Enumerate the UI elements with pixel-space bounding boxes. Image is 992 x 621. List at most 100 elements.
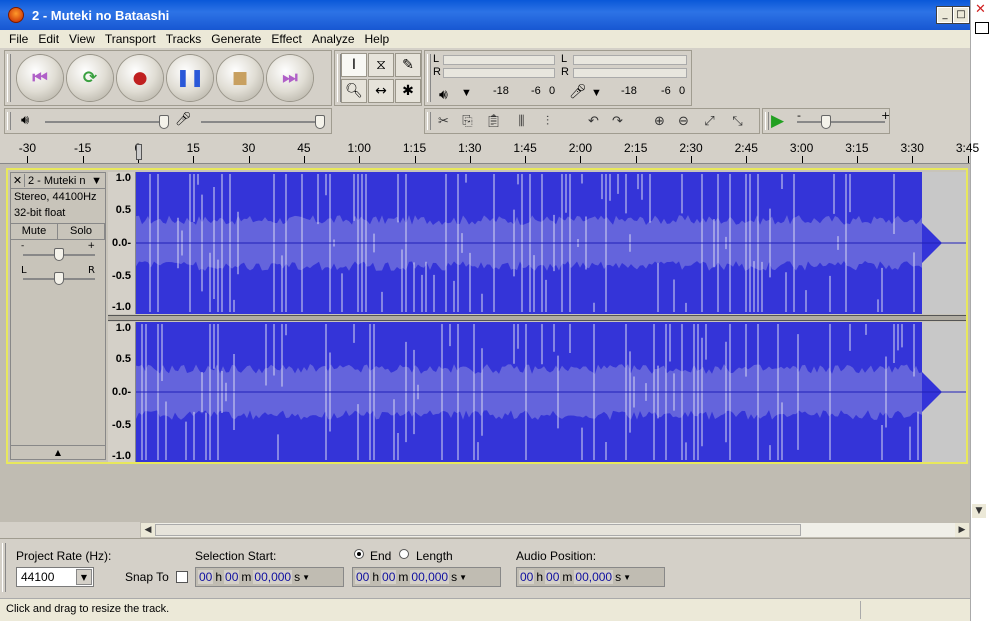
gain-plus: + xyxy=(87,241,95,251)
vr-zero: 0.0- xyxy=(112,386,131,398)
record-button[interactable]: ● xyxy=(117,55,163,101)
silence-icon[interactable]: ⫶ xyxy=(535,109,560,133)
ruler-tick-label: 3:45 xyxy=(955,141,980,155)
toolbar-grip[interactable] xyxy=(7,54,11,102)
ruler-tick-label: 30 xyxy=(241,141,256,155)
trim-icon[interactable]: ⫼ xyxy=(509,109,534,133)
chevron-down-icon[interactable]: ▼ xyxy=(623,573,631,582)
horizontal-scroll-thumb[interactable] xyxy=(155,524,801,536)
s-unit: s xyxy=(451,570,458,584)
start-seconds: 00,000 xyxy=(253,570,293,584)
end-radio[interactable] xyxy=(354,549,364,559)
vertical-scrollbar[interactable]: ▼ xyxy=(970,164,992,522)
audio-position-time[interactable]: 00 h 00 m 00,000 s ▼ xyxy=(516,567,665,587)
input-volume-thumb[interactable] xyxy=(315,115,325,129)
menu-transport[interactable]: Transport xyxy=(100,32,161,46)
menu-help[interactable]: Help xyxy=(360,32,395,46)
scroll-left-button[interactable]: ◀ xyxy=(141,523,155,537)
zoom-out-icon[interactable]: ⊖ xyxy=(671,109,696,133)
envelope-tool[interactable]: ⧖ xyxy=(368,53,394,77)
zoom-in-icon[interactable]: ⊕ xyxy=(647,109,672,133)
toolbar-grip[interactable] xyxy=(765,112,769,130)
menu-file[interactable]: File xyxy=(4,32,33,46)
rec-meter-menu-arrow[interactable]: ▼ xyxy=(591,87,602,99)
menu-tracks[interactable]: Tracks xyxy=(161,32,207,46)
toolbar-grip[interactable] xyxy=(2,543,6,592)
play-meter-menu-arrow[interactable]: ▼ xyxy=(461,87,472,99)
toolbar-grip[interactable] xyxy=(7,112,11,130)
play-meter-left xyxy=(443,55,555,65)
solo-button[interactable]: Solo xyxy=(58,224,105,239)
vr-half: 0.5 xyxy=(115,204,131,216)
output-volume-thumb[interactable] xyxy=(159,115,169,129)
horizontal-scrollbar[interactable]: ◀ ▶ xyxy=(140,522,970,538)
restore-icon[interactable] xyxy=(975,22,989,34)
loop-play-button[interactable]: ⟳ xyxy=(67,55,113,101)
mute-button[interactable]: Mute xyxy=(11,224,58,239)
close-icon[interactable]: ✕ xyxy=(975,2,986,17)
selection-end-time[interactable]: 00 h 00 m 00,000 s ▼ xyxy=(352,567,501,587)
toolbar-grip[interactable] xyxy=(427,54,431,102)
draw-tool[interactable]: ✎ xyxy=(395,53,421,77)
output-volume-slider[interactable] xyxy=(45,121,165,123)
snap-to-checkbox[interactable] xyxy=(176,571,188,583)
ruler-tick-label: 1:30 xyxy=(458,141,482,155)
waveform-right-channel[interactable] xyxy=(136,322,966,462)
chevron-down-icon[interactable]: ▼ xyxy=(76,569,92,585)
redo-icon[interactable]: ↷ xyxy=(605,109,630,133)
loop-play-icon: ⟳ xyxy=(82,68,98,88)
cut-icon[interactable]: ✂ xyxy=(431,109,456,133)
play-at-speed-icon[interactable]: ▶ xyxy=(771,111,784,131)
track-menu-arrow[interactable]: ▼ xyxy=(91,175,105,187)
chevron-down-icon[interactable]: ▼ xyxy=(302,573,310,582)
speed-thumb[interactable] xyxy=(821,115,831,129)
project-rate-select[interactable]: 44100 ▼ xyxy=(16,567,94,587)
stop-button[interactable]: ■ xyxy=(217,55,263,101)
selection-start-time[interactable]: 00 h 00 m 00,000 s ▼ xyxy=(195,567,344,587)
maximize-button[interactable]: □ xyxy=(952,6,970,24)
skip-to-end-button[interactable]: ⏭ xyxy=(267,55,313,101)
channel-separator[interactable] xyxy=(108,315,966,321)
gain-thumb[interactable] xyxy=(54,248,64,261)
pan-thumb[interactable] xyxy=(54,272,64,285)
input-volume-slider[interactable] xyxy=(201,121,321,123)
microphone-icon[interactable]: 🎤︎ xyxy=(569,83,587,100)
s-unit: s xyxy=(615,570,622,584)
scroll-right-button[interactable]: ▶ xyxy=(955,523,969,537)
speed-slider[interactable] xyxy=(797,121,885,123)
speaker-icon[interactable]: 🔊︎ xyxy=(439,86,448,103)
mute-solo-row: Mute Solo xyxy=(11,223,105,240)
minimize-button[interactable]: _ xyxy=(936,6,954,24)
vr-top: 1.0 xyxy=(115,322,131,334)
pause-button[interactable]: ❚❚ xyxy=(167,55,213,101)
fit-selection-icon[interactable]: ⤢ xyxy=(697,109,722,133)
selection-tool[interactable]: I xyxy=(341,53,367,77)
waveform-left-channel[interactable] xyxy=(136,172,966,314)
scroll-down-button[interactable]: ▼ xyxy=(972,504,986,518)
fit-project-icon[interactable]: ⤡ xyxy=(725,109,750,133)
menu-view[interactable]: View xyxy=(64,32,100,46)
ruler-tick-label: 2:30 xyxy=(679,141,703,155)
menu-analyze[interactable]: Analyze xyxy=(307,32,360,46)
selection-start-label: Selection Start: xyxy=(195,549,277,563)
timeshift-tool[interactable]: ↔ xyxy=(368,79,394,103)
copy-icon[interactable]: ⎘ xyxy=(455,109,480,133)
collapse-track-button[interactable]: ▲ xyxy=(11,445,105,459)
multi-tool[interactable]: ✱ xyxy=(395,79,421,103)
paste-icon[interactable]: 📋︎ xyxy=(481,109,506,133)
menu-edit[interactable]: Edit xyxy=(33,32,64,46)
menu-generate[interactable]: Generate xyxy=(206,32,266,46)
record-icon: ● xyxy=(132,68,148,88)
track-close-button[interactable]: ✕ xyxy=(11,174,25,187)
ruler-tick xyxy=(580,156,582,163)
ruler-tick-label: 1:45 xyxy=(513,141,537,155)
playhead-marker[interactable] xyxy=(136,144,142,160)
zoom-tool[interactable]: 🔍︎ xyxy=(341,79,367,103)
length-radio[interactable] xyxy=(399,549,409,559)
undo-icon[interactable]: ↶ xyxy=(581,109,606,133)
menu-effect[interactable]: Effect xyxy=(266,32,306,46)
timeline-ruler[interactable]: -30-1501530451:001:151:301:452:002:152:3… xyxy=(0,136,979,164)
skip-to-start-button[interactable]: ⏮ xyxy=(17,55,63,101)
track-name[interactable]: 2 - Muteki n xyxy=(25,175,91,187)
chevron-down-icon[interactable]: ▼ xyxy=(459,573,467,582)
